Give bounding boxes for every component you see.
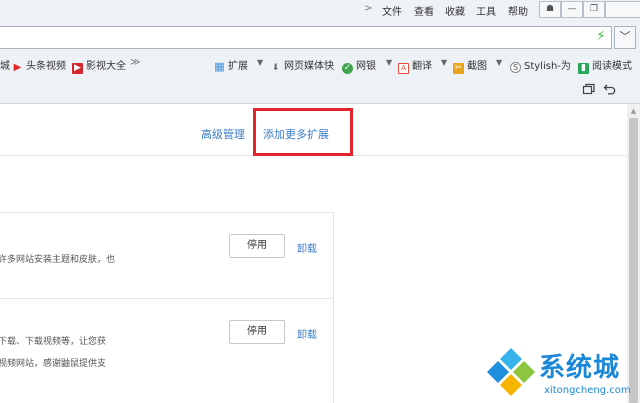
bookmark-toutiao-video[interactable]: ▶ 头条视频	[12, 57, 66, 73]
extension-reader-mode[interactable]: ▮ 阅读模式	[578, 57, 632, 74]
bolt-icon[interactable]: ⚡	[594, 29, 608, 45]
menu-view[interactable]: 查看	[414, 3, 434, 18]
bookmark-label: 城	[0, 61, 10, 72]
extension-screenshot[interactable]: ✂ 截图	[453, 57, 487, 74]
watermark-title: 系统城	[539, 353, 621, 383]
caret-icon[interactable]: ▼	[496, 58, 502, 67]
book-icon: ▮	[578, 63, 589, 74]
minimize-button[interactable]: —	[561, 1, 583, 18]
bookmark-movies[interactable]: ▶ 影视大全	[72, 57, 126, 74]
shield-icon: ✓	[342, 63, 353, 74]
uninstall-link[interactable]: 卸载	[297, 240, 317, 255]
extension-label: Stylish-为	[524, 61, 571, 72]
extension-row: 许多网站安装主题和皮肤，也 停用 卸载	[0, 213, 333, 299]
scissors-icon: ✂	[453, 63, 464, 74]
extension-stylish[interactable]: S Stylish-为	[510, 57, 571, 73]
menu-help[interactable]: 帮助	[508, 3, 528, 18]
play-icon: ▶	[13, 62, 22, 73]
extension-row: 下载、下载视频等，让您获 视频网站，感谢鼬鼠提供支 停用 卸载	[0, 300, 333, 386]
extension-label: 阅读模式	[592, 61, 632, 72]
scroll-up-icon[interactable]: ▲	[627, 104, 640, 118]
caret-icon[interactable]: ▼	[257, 58, 263, 67]
watermark-logo-icon	[487, 348, 535, 396]
uninstall-link[interactable]: 卸载	[297, 326, 317, 341]
extension-list: 许多网站安装主题和皮肤，也 停用 卸载 下载、下载视频等，让您获 视频网站，感谢…	[0, 212, 334, 403]
extension-description: 视频网站，感谢鼬鼠提供支	[0, 359, 107, 369]
extension-label: 扩展	[228, 61, 248, 72]
restore-icon[interactable]	[582, 82, 596, 96]
address-input[interactable]	[0, 26, 612, 49]
download-icon: ⬇	[271, 63, 280, 73]
extension-label: 翻译	[412, 61, 432, 72]
grid-icon: ▦	[214, 60, 225, 73]
watermark-url: xitongcheng.com	[544, 385, 631, 396]
extension-description: 许多网站安装主题和皮肤，也	[0, 255, 116, 265]
play-icon: ▶	[72, 63, 83, 74]
undo-icon[interactable]	[603, 82, 617, 96]
menu-bar: > 文件 查看 收藏 工具 帮助 ☗ — ❐	[0, 0, 640, 20]
extension-media-download[interactable]: ⬇ 网页媒体快	[270, 57, 334, 74]
translate-icon: A	[398, 63, 409, 74]
caret-icon[interactable]: ▼	[386, 58, 392, 67]
bookmark-label: 影视大全	[86, 61, 126, 72]
highlight-box	[253, 108, 353, 156]
caret-icon[interactable]: ▼	[441, 58, 447, 67]
bookmark-item[interactable]: 城	[0, 57, 10, 72]
advanced-management-link[interactable]: 高级管理	[201, 126, 245, 142]
extension-netbank[interactable]: ✓ 网银	[342, 57, 376, 74]
bookmark-label: 头条视频	[26, 61, 66, 72]
extension-label: 截图	[467, 61, 487, 72]
menu-tools[interactable]: 工具	[476, 3, 496, 18]
extension-label: 网页媒体快	[284, 61, 334, 72]
extension-manager[interactable]: ▦ 扩展	[214, 57, 248, 72]
extension-label: 网银	[356, 61, 376, 72]
chevron-down-icon[interactable]: ﹀	[614, 26, 636, 49]
address-row: ⚡ ﹀	[0, 20, 640, 52]
skin-button[interactable]: ☗	[539, 1, 561, 18]
bookmark-bar: 城 ▶ 头条视频 ▶ 影视大全 ≫ ▦ 扩展 ▼ ⬇ 网页媒体快 ✓ 网银 ▼ A 翻译 ▼…	[0, 52, 640, 76]
menu-file[interactable]: 文件	[382, 3, 402, 18]
extension-header: 高级管理 添加更多扩展	[0, 104, 627, 156]
disable-button[interactable]: 停用	[229, 320, 285, 344]
tool-row	[0, 76, 640, 104]
menu-chevron-icon[interactable]: >	[364, 3, 372, 14]
disable-button[interactable]: 停用	[229, 234, 285, 258]
extension-description: 下载、下载视频等，让您获	[0, 337, 107, 347]
close-button[interactable]	[605, 1, 640, 18]
extension-translate[interactable]: A 翻译	[398, 57, 432, 74]
more-bookmarks-icon[interactable]: ≫	[130, 57, 140, 68]
menu-favorites[interactable]: 收藏	[445, 3, 465, 18]
stylish-icon: S	[510, 62, 521, 73]
maximize-button[interactable]: ❐	[583, 1, 605, 18]
watermark: 系统城 xitongcheng.com	[484, 346, 640, 403]
